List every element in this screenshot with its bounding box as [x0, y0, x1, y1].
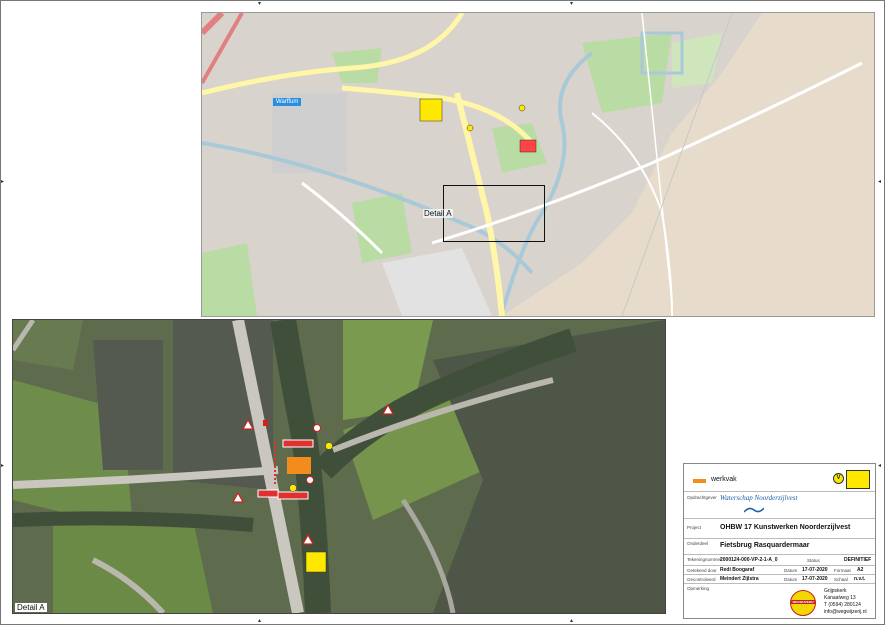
company-line2: Kanaalweg 13: [824, 595, 856, 601]
tekening-value: 2000124-000-VP-2-1-A_0: [720, 557, 778, 563]
formaat-key: Formaat: [834, 568, 851, 573]
datum1-value: 17-07-2020: [802, 567, 828, 573]
onderdeel-key: Onderdeel: [687, 541, 709, 546]
frame-tick-right-2: ◂: [878, 462, 882, 469]
gecontroleerd-key: Gecontroleerd: [687, 577, 716, 582]
frame-tick-left: ▸: [1, 178, 5, 185]
frame-tick-bottom-2: ▴: [570, 617, 574, 624]
opdrachtgever-key: Opdrachtgever: [687, 495, 717, 500]
company-line1: Grijpskerk: [824, 588, 847, 594]
werkvak-swatch: [693, 479, 706, 483]
datum2-value: 17-07-2020: [802, 576, 828, 582]
schaal-key: Schaal: [834, 577, 848, 582]
gecontroleerd-value: Meindert Zijlstra: [720, 576, 759, 582]
project-key: Project: [687, 525, 702, 530]
datum1-key: Datum: [784, 568, 798, 573]
frame-tick-top-1: ▾: [258, 0, 262, 7]
v-badge: V: [833, 473, 844, 484]
formaat-value: A2: [857, 567, 864, 573]
title-block: werkvak V Opdrachtgever Waterschap Noord…: [683, 463, 876, 619]
frame-tick-left-2: ▸: [1, 462, 5, 469]
getekend-value: Redi Boogaraf: [720, 567, 755, 573]
opdrachtgever-name: Waterschap Noorderzijlvest: [720, 494, 798, 502]
opmerking-key: Opmerking: [687, 586, 710, 591]
detail-a-box[interactable]: [443, 185, 545, 242]
company-line4: info@wegwijzerij.nl: [824, 609, 867, 615]
row-onderdeel: Onderdeel Fietsbrug Rasquardermaar: [684, 538, 875, 555]
getekend-key: Getekend door: [687, 568, 717, 573]
onderdeel-value: Fietsbrug Rasquardermaar: [720, 542, 810, 549]
overview-map[interactable]: Warffum Detail A: [201, 12, 875, 317]
status-value: DEFINITIEF: [844, 557, 872, 563]
row-opdrachtgever: Opdrachtgever Waterschap Noorderzijlvest: [684, 491, 875, 517]
sign-thumbnail: [846, 470, 870, 489]
company-line3: T (0594) 280124: [824, 602, 861, 608]
overview-map-graphic: [202, 13, 863, 316]
company-logo: WEGWIJZERIJ: [790, 590, 816, 616]
datum2-key: Datum: [784, 577, 798, 582]
project-value: OHBW 17 Kunstwerken Noorderzijlvest: [720, 524, 851, 531]
place-label-warffum: Warffum: [273, 98, 302, 106]
aerial-detail-map[interactable]: Detail A: [12, 319, 666, 614]
row-opmerking: Opmerking WEGWIJZERIJ Grijpskerk Kanaalw…: [684, 583, 875, 618]
status-key: Status: [807, 558, 820, 563]
schaal-value: n.v.t.: [854, 576, 866, 582]
tekening-key: Tekeningnummer: [687, 557, 722, 562]
frame-tick-top-2: ▾: [570, 0, 574, 7]
werkvak-label: werkvak: [711, 476, 737, 483]
aerial-map-graphic: [13, 320, 665, 613]
company-logo-text: WEGWIJZERIJ: [791, 600, 815, 604]
waterschap-logo-icon: [744, 507, 764, 513]
row-project: Project OHBW 17 Kunstwerken Noorderzijlv…: [684, 518, 875, 539]
frame-tick-right: ◂: [878, 178, 882, 185]
detail-a-label: Detail A: [423, 209, 453, 218]
frame-tick-bottom-1: ▴: [258, 617, 262, 624]
aerial-detail-label: Detail A: [15, 603, 47, 612]
